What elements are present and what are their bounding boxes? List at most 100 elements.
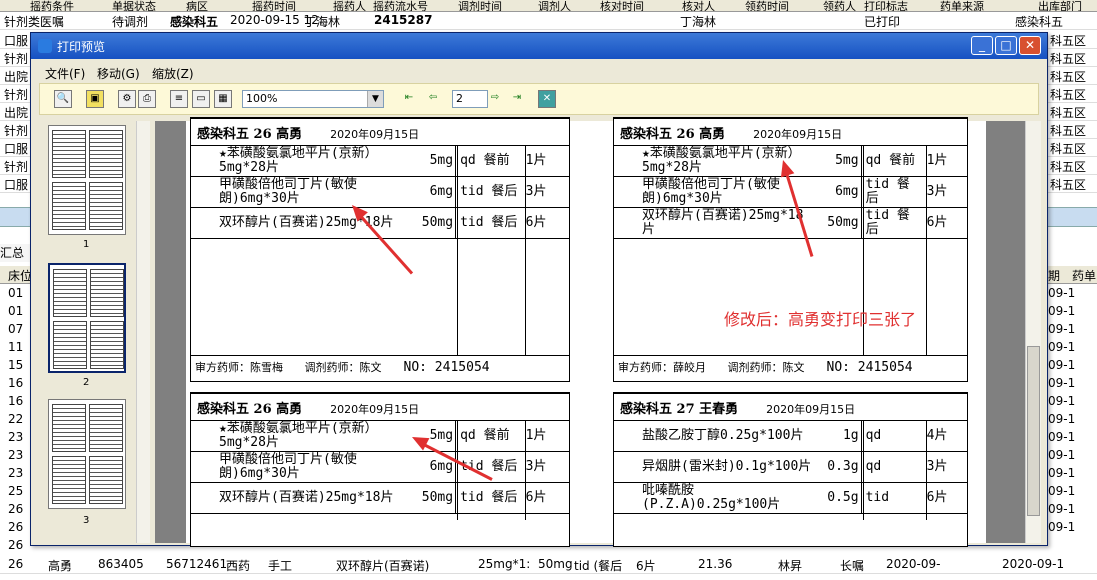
drug-table: ★苯磺酸氨氯地平片(京新）5mg*28片 5mg qd 餐前 1片 甲磺酸倍他司丁片(敏… — [191, 420, 569, 516]
label-date: 2020年09月15日 — [753, 128, 843, 141]
drug-name: 甲磺酸倍他司丁片(敏使朗)6mg*30片 — [191, 176, 407, 208]
grid-cell: 科五区 — [1050, 178, 1087, 192]
grid-header-cell[interactable]: 领药人 — [823, 0, 856, 11]
column-divider — [457, 145, 458, 355]
title-bar[interactable]: 打印预览 _ □ ✕ — [31, 33, 1047, 59]
date-cell: 09-1 — [1048, 430, 1076, 444]
grid-header-cell[interactable]: 摇药人 — [333, 0, 366, 11]
drug-quantity: 3片 — [523, 176, 569, 208]
drug-row: 吡嗪酰胺(P.Z.A)0.25g*100片 0.5g tid 6片 — [614, 482, 967, 514]
scrollbar-thumb[interactable] — [1027, 346, 1040, 516]
column-divider — [926, 420, 928, 520]
grid-cell: 针剂 — [4, 160, 29, 174]
bed-cell: 26 — [8, 520, 24, 534]
date-cell: 09-1 — [1048, 502, 1076, 516]
bed-cell: 23 — [8, 466, 24, 480]
page-number-input[interactable]: 2 — [452, 90, 488, 108]
last-page-icon[interactable]: ⇥ — [508, 90, 526, 108]
label-header: 感染科五 27 王春勇 2020年09月15日 — [620, 398, 855, 417]
grid-cell: 针剂 — [4, 52, 29, 66]
close-button[interactable]: ✕ — [1019, 36, 1041, 55]
drug-frequency: tid 餐后 — [455, 207, 524, 239]
grid-cell: 科五区 — [1050, 124, 1087, 138]
menu-zoom[interactable]: 缩放(Z) — [152, 65, 194, 82]
drug-dose: 5mg — [815, 145, 862, 177]
grid-row[interactable]: 26 高勇 863405 56712461 西药 手工 双环醇片(百赛诺) 25mg*1: 50… — [0, 556, 1097, 574]
thumbnail-page-3[interactable] — [48, 399, 126, 509]
bed-cell: 07 — [8, 322, 24, 336]
date-cell: 09-1 — [1048, 394, 1076, 408]
thumbnail-scrollbar[interactable] — [136, 121, 150, 543]
grid-cell: 25mg*1: — [478, 557, 531, 571]
dispenser: 调剂药师：陈文 — [724, 361, 805, 374]
grid-cell: 感染科五 — [170, 15, 219, 29]
drug-row: 双环醇片(百赛诺)25mg*18片 50mg tid 餐后 6片 — [614, 207, 967, 239]
drug-table: 盐酸乙胺丁醇0.25g*100片 1g qd 4片 异烟肼(雷米封)0.1g*100片 0… — [614, 420, 967, 516]
grid-header-cell[interactable]: 摇药时间 — [252, 0, 296, 11]
grid-header-cell[interactable]: 核对时间 — [600, 0, 644, 11]
grid-header-cell[interactable]: 打印标志 — [864, 0, 908, 11]
grid-first-row[interactable]: 针剂类医嘱 待调剂 感染科五 2020-09-15 12: 丁海林 2415287 丁海林已… — [0, 12, 1097, 30]
grid-cell: 科五区 — [1050, 142, 1087, 156]
chevron-down-icon[interactable]: ▼ — [367, 91, 383, 107]
grid-header-cell[interactable]: 病区 — [186, 0, 208, 11]
grid-header-cell[interactable]: 核对人 — [682, 0, 715, 11]
column-divider — [862, 420, 864, 520]
dispenser: 调剂药师：陈文 — [301, 361, 382, 374]
grid-header-cell[interactable]: 调剂人 — [538, 0, 571, 11]
drug-name: ★苯磺酸氨氯地平片(京新）5mg*28片 — [191, 145, 407, 177]
thumbnail-page-2[interactable] — [48, 263, 126, 373]
summary-label: 汇总 — [0, 246, 25, 260]
grid-cell: 科五区 — [1050, 70, 1087, 84]
grid-header-cell[interactable]: 摇药条件 — [30, 0, 74, 11]
drug-dose: 6mg — [406, 176, 456, 208]
grid-cell: 高勇 — [48, 559, 73, 573]
multi-pages-icon[interactable]: ▦ — [214, 90, 232, 108]
drug-frequency: qd — [860, 451, 925, 483]
date-cell: 09-1 — [1048, 376, 1076, 390]
maximize-button[interactable]: □ — [995, 36, 1017, 55]
menu-file[interactable]: 文件(F) — [45, 65, 85, 82]
bed-cell: 15 — [8, 358, 24, 372]
page-setup-icon[interactable]: ⚙ — [118, 90, 136, 108]
grid-cell: 科五区 — [1050, 34, 1087, 48]
date-cell: 09-1 — [1048, 448, 1076, 462]
drug-quantity: 6片 — [523, 207, 569, 239]
zoom-select[interactable]: 100% ▼ — [242, 90, 384, 108]
save-icon[interactable]: ▣ — [86, 90, 104, 108]
preview-scrollbar[interactable] — [1025, 121, 1041, 543]
label-date: 2020年09月15日 — [766, 403, 856, 416]
grid-header-cell[interactable]: 单据状态 — [112, 0, 156, 11]
grid-cell: 50mg — [538, 557, 573, 571]
grid-cell: 口服 — [4, 34, 29, 48]
thumbnail-page-1[interactable] — [48, 125, 126, 235]
grid-cell: 2020-09- — [886, 557, 941, 571]
date-cell: 09-1 — [1048, 286, 1076, 300]
grid-header-cell[interactable]: 摇药流水号 — [373, 0, 428, 11]
grid-cell: 2020-09-1 — [1002, 557, 1065, 571]
drug-dose: 0.3g — [815, 451, 862, 483]
bed-cell: 26 — [8, 538, 24, 552]
menu-move[interactable]: 移动(G) — [97, 65, 140, 82]
grid-header-cell[interactable]: 出库部门 — [1038, 0, 1082, 11]
print-icon[interactable]: ⎙ — [138, 90, 156, 108]
grid-header-cell[interactable]: 药单来源 — [940, 0, 984, 11]
grid-header-cell[interactable]: 调剂时间 — [458, 0, 502, 11]
zoom-magnify-icon[interactable]: 🔍 — [54, 90, 72, 108]
one-page-icon[interactable]: ≡ — [170, 90, 188, 108]
grid-cell: 科五区 — [1050, 52, 1087, 66]
grid-header: 摇药条件 单据状态 病区 摇药时间 摇药人 摇药流水号 调剂时间 调剂人 核对时间 核对人 领药时间… — [0, 0, 1097, 12]
grid-cell: 出院 — [4, 106, 29, 120]
drug-frequency: tid 餐后 — [455, 482, 524, 514]
minimize-button[interactable]: _ — [971, 36, 993, 55]
drug-name: 盐酸乙胺丁醇0.25g*100片 — [614, 420, 816, 452]
next-page-icon[interactable]: ⇨ — [486, 90, 504, 108]
close-preview-icon[interactable]: ✕ — [538, 90, 556, 108]
prescription-label: 感染科五 26 高勇 2020年09月15日 ★苯磺酸氨氯地平片(京新）5mg*28… — [190, 392, 570, 547]
two-pages-icon[interactable]: ▭ — [192, 90, 210, 108]
thumbnail-label-1: 1 — [83, 239, 90, 250]
first-page-icon[interactable]: ⇤ — [400, 90, 418, 108]
prev-page-icon[interactable]: ⇦ — [424, 90, 442, 108]
grid-header-cell[interactable]: 领药时间 — [745, 0, 789, 11]
drug-row: 甲磺酸倍他司丁片(敏使朗)6mg*30片 6mg tid 餐后 3片 — [191, 176, 569, 208]
